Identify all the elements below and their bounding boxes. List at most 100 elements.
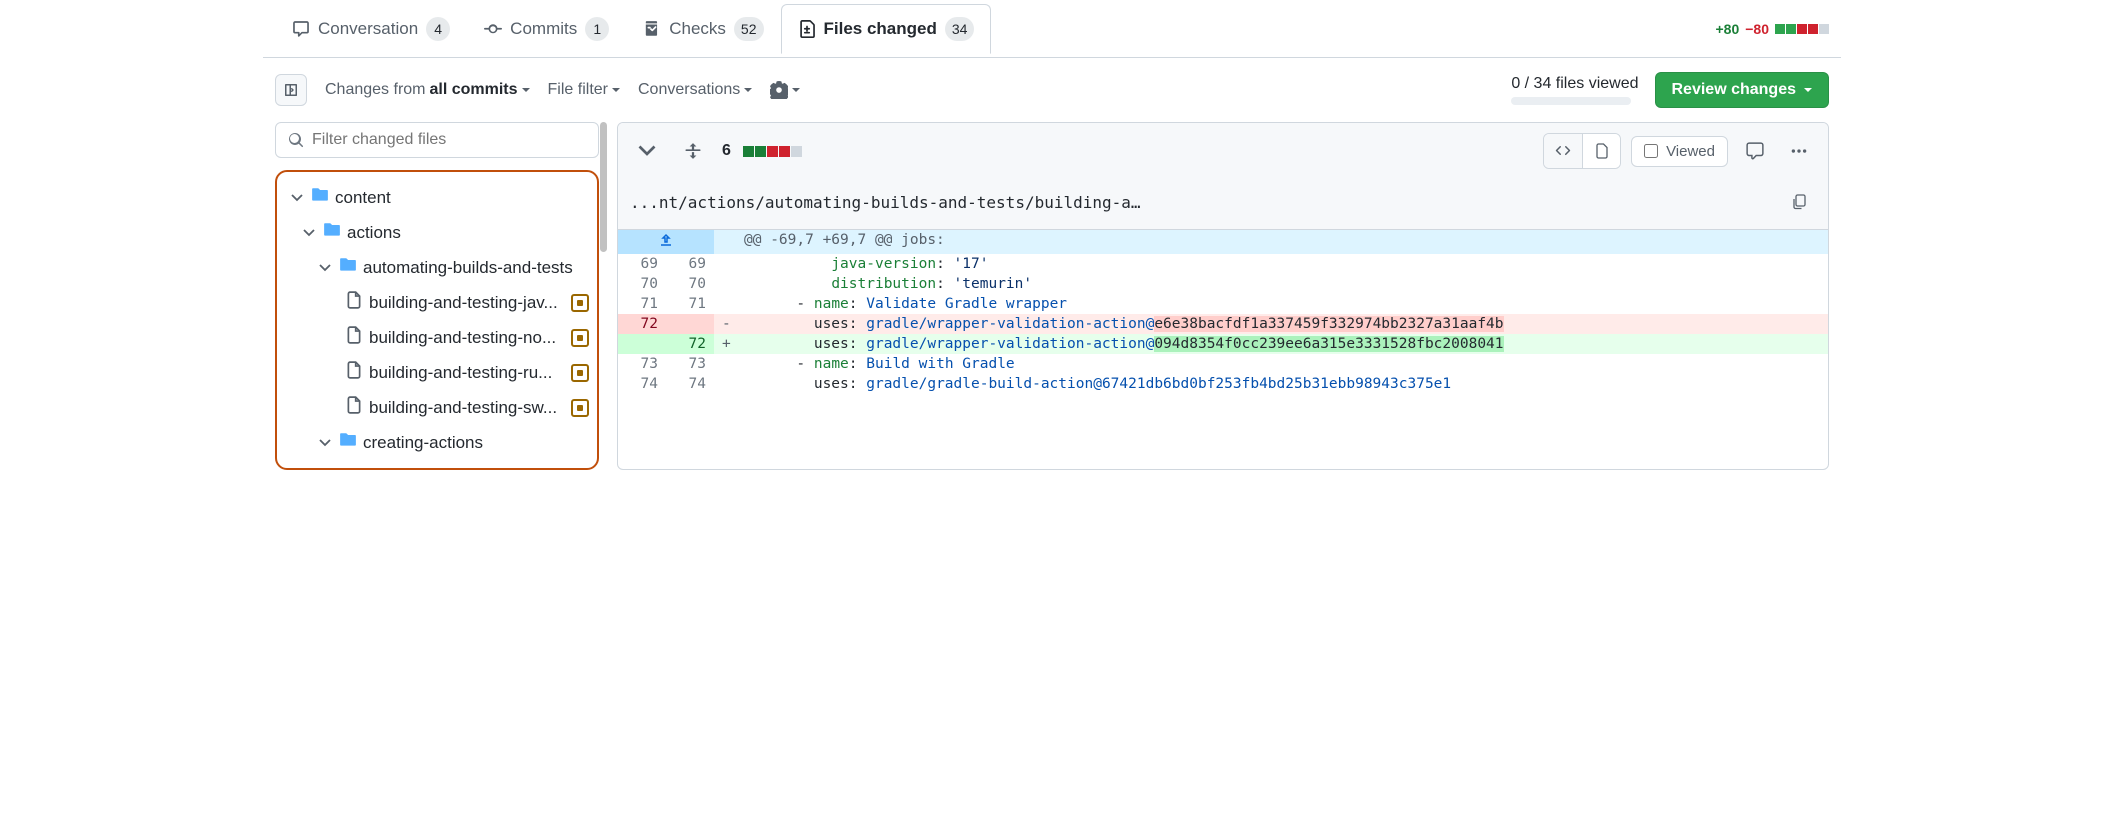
tree-file-item[interactable]: building-and-testing-sw...: [277, 390, 597, 425]
diff-line-context[interactable]: 73 73 - name: Build with Gradle: [618, 354, 1828, 374]
tree-folder-creating-actions[interactable]: creating-actions: [277, 425, 597, 460]
diff-change-count: 6: [722, 142, 731, 160]
old-line-number: 71: [618, 294, 666, 314]
sidebar-collapse-icon: [283, 82, 299, 98]
expand-up-icon[interactable]: [626, 232, 706, 248]
diffstat-additions: +80: [1716, 21, 1740, 37]
diffstat-blocks: [1775, 24, 1829, 34]
chevron-down-icon: [301, 227, 317, 239]
diff-line-context[interactable]: 70 70 distribution: 'temurin': [618, 274, 1828, 294]
modified-badge-icon: [571, 399, 589, 417]
caret-down-icon: [744, 88, 752, 96]
diff-line-context[interactable]: 71 71 - name: Validate Gradle wrapper: [618, 294, 1828, 314]
new-line-number: 74: [666, 374, 714, 394]
git-commit-icon: [484, 20, 502, 38]
diff-toolbar: Changes from all commits File filter Con…: [263, 58, 1841, 122]
conversations-label: Conversations: [638, 81, 740, 99]
tab-commits-label: Commits: [510, 19, 577, 39]
viewed-checkbox[interactable]: Viewed: [1631, 136, 1728, 167]
files-viewed-status: 0 / 34 files viewed: [1511, 75, 1638, 105]
files-viewed-count: 0 / 34 files viewed: [1511, 75, 1638, 93]
gear-icon: [770, 81, 788, 99]
files-viewed-progress: [1511, 97, 1631, 105]
diff-blocks: [743, 146, 802, 157]
old-line-number: 70: [618, 274, 666, 294]
source-view-button[interactable]: [1544, 134, 1582, 168]
tree-folder-label: actions: [347, 223, 589, 243]
diff-panel: 6 Viewed: [617, 122, 1829, 470]
tab-checks-label: Checks: [669, 19, 726, 39]
copy-path-button[interactable]: [1782, 185, 1816, 219]
tree-folder-label: automating-builds-and-tests: [363, 258, 589, 278]
diff-settings-dropdown[interactable]: [770, 81, 800, 99]
filter-files-input-wrapper[interactable]: [275, 122, 599, 158]
file-filter-dropdown[interactable]: File filter: [548, 81, 620, 99]
caret-down-icon: [792, 88, 800, 96]
review-changes-label: Review changes: [1672, 81, 1797, 99]
folder-icon: [311, 186, 329, 209]
file-tree: content actions automating-builds-and-te…: [275, 170, 599, 470]
collapse-file-button[interactable]: [630, 134, 664, 168]
chevron-down-icon: [317, 437, 333, 449]
tab-conversation-label: Conversation: [318, 19, 418, 39]
diff-table: @@ -69,7 +69,7 @@ jobs: 69 69 java-versi…: [618, 230, 1828, 394]
filter-files-input[interactable]: [312, 131, 586, 149]
comment-button[interactable]: [1738, 134, 1772, 168]
caret-down-icon: [522, 88, 530, 96]
viewed-checkbox-label: Viewed: [1666, 143, 1715, 160]
chevron-down-icon: [289, 192, 305, 204]
modified-badge-icon: [571, 364, 589, 382]
new-line-number: 72: [666, 334, 714, 354]
diff-line-context[interactable]: 74 74 uses: gradle/gradle-build-action@6…: [618, 374, 1828, 394]
tab-commits-count: 1: [585, 17, 609, 41]
tree-folder-actions[interactable]: actions: [277, 215, 597, 250]
file-icon: [345, 361, 363, 384]
hunk-header-row[interactable]: @@ -69,7 +69,7 @@ jobs:: [618, 230, 1828, 254]
file-diff-icon: [798, 20, 816, 38]
file-filter-label: File filter: [548, 81, 608, 99]
sidebar-toggle-button[interactable]: [275, 74, 307, 106]
tree-file-label: building-and-testing-sw...: [369, 398, 565, 418]
file-tree-sidebar: content actions automating-builds-and-te…: [275, 122, 599, 470]
tree-file-label: building-and-testing-no...: [369, 328, 565, 348]
diff-line-context[interactable]: 69 69 java-version: '17': [618, 254, 1828, 274]
tab-commits[interactable]: Commits 1: [467, 4, 626, 54]
viewed-checkbox-input[interactable]: [1644, 144, 1658, 158]
caret-down-icon: [612, 88, 620, 96]
tab-conversation-count: 4: [426, 17, 450, 41]
caret-down-icon: [1804, 88, 1812, 96]
tree-folder-content[interactable]: content: [277, 180, 597, 215]
folder-icon: [339, 431, 357, 454]
new-line-number: 73: [666, 354, 714, 374]
modified-badge-icon: [571, 294, 589, 312]
file-path[interactable]: ...nt/actions/automating-builds-and-test…: [630, 193, 1772, 212]
tabs-diffstat: +80 −80: [1716, 21, 1830, 37]
tab-files-changed[interactable]: Files changed 34: [781, 4, 992, 54]
changes-from-prefix: Changes from: [325, 81, 426, 99]
diff-file-header: 6 Viewed: [618, 123, 1828, 230]
tab-conversation[interactable]: Conversation 4: [275, 4, 467, 54]
new-line-number: 69: [666, 254, 714, 274]
old-line-number: 72: [618, 314, 666, 334]
changes-from-value: all commits: [430, 81, 518, 99]
tree-folder-automating-builds[interactable]: automating-builds-and-tests: [277, 250, 597, 285]
diff-line-deletion[interactable]: 72 - uses: gradle/wrapper-validation-act…: [618, 314, 1828, 334]
more-options-button[interactable]: [1782, 134, 1816, 168]
diff-line-addition[interactable]: 72 + uses: gradle/wrapper-validation-act…: [618, 334, 1828, 354]
tab-checks[interactable]: Checks 52: [626, 4, 780, 54]
tree-folder-label: creating-actions: [363, 433, 589, 453]
file-icon: [345, 326, 363, 349]
folder-icon: [323, 221, 341, 244]
review-changes-button[interactable]: Review changes: [1655, 72, 1830, 108]
new-line-number: 70: [666, 274, 714, 294]
scrollbar-thumb[interactable]: [600, 122, 607, 252]
tree-file-item[interactable]: building-and-testing-jav...: [277, 285, 597, 320]
tree-file-item[interactable]: building-and-testing-ru...: [277, 355, 597, 390]
rich-view-button[interactable]: [1582, 134, 1620, 168]
expand-all-button[interactable]: [676, 134, 710, 168]
tree-file-label: building-and-testing-jav...: [369, 293, 565, 313]
kebab-icon: [1790, 142, 1808, 160]
tree-file-item[interactable]: building-and-testing-no...: [277, 320, 597, 355]
conversations-dropdown[interactable]: Conversations: [638, 81, 752, 99]
changes-from-dropdown[interactable]: Changes from all commits: [325, 81, 530, 99]
